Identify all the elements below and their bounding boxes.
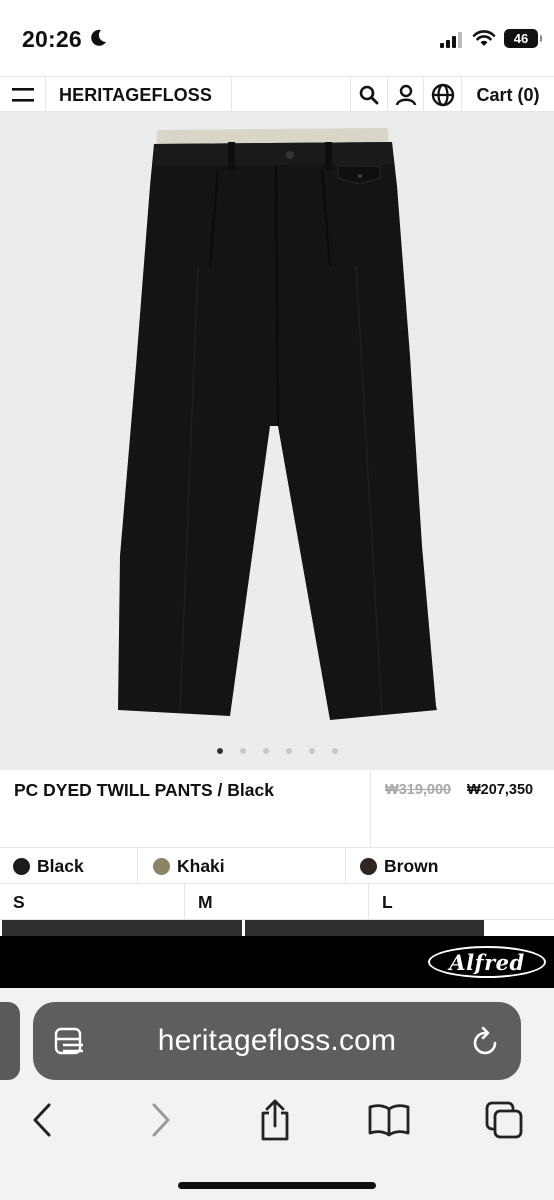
color-label: Black: [37, 855, 84, 876]
back-icon: [33, 1103, 51, 1137]
status-time: 20:26: [22, 26, 82, 52]
moon-icon: [91, 29, 106, 46]
carousel-dot[interactable]: [285, 748, 292, 754]
color-swatch: [153, 857, 170, 875]
browser-chrome: heritagefloss.com: [0, 988, 554, 1200]
browser-toolbar: [0, 1092, 554, 1148]
product-title: PC DYED TWILL PANTS / Black: [14, 780, 274, 800]
bookmarks-button[interactable]: [366, 1098, 412, 1142]
carousel-dot[interactable]: [262, 748, 269, 754]
language-button[interactable]: [424, 77, 462, 113]
forward-icon: [152, 1103, 170, 1137]
sale-price: ₩207,350: [467, 782, 534, 798]
globe-icon: [431, 83, 454, 107]
price-box: ₩319,000 ₩207,350: [370, 770, 554, 848]
add-to-cart-button[interactable]: [2, 920, 242, 936]
product-image-carousel[interactable]: [0, 112, 554, 770]
color-swatch: [13, 857, 30, 875]
tabs-icon: [485, 1101, 523, 1139]
search-button[interactable]: [350, 77, 388, 113]
carousel-dot[interactable]: [331, 748, 338, 754]
color-label: Brown: [384, 855, 439, 876]
menu-button[interactable]: [0, 77, 46, 113]
back-button[interactable]: [19, 1098, 65, 1142]
size-option-s[interactable]: S: [0, 884, 185, 920]
size-option-l[interactable]: L: [369, 884, 554, 920]
previous-tab-edge[interactable]: [0, 1002, 20, 1080]
product-photo-black-trousers: [118, 128, 437, 720]
original-price: ₩319,000: [385, 782, 452, 798]
color-option-brown[interactable]: Brown: [346, 848, 554, 884]
color-options: Black Khaki Brown: [0, 848, 554, 884]
menu-icon: [11, 88, 34, 102]
brand-logo[interactable]: HERITAGEFLOSS: [46, 77, 232, 113]
promo-banner[interactable]: Alfred: [0, 936, 554, 988]
battery-icon: 46: [504, 29, 542, 48]
tabs-button[interactable]: [481, 1098, 527, 1142]
forward-button[interactable]: [138, 1098, 184, 1142]
carousel-indicator: [0, 748, 554, 754]
color-swatch: [360, 857, 377, 875]
color-option-black[interactable]: Black: [0, 848, 138, 884]
purchase-buttons: [0, 920, 554, 936]
color-option-khaki[interactable]: Khaki: [138, 848, 346, 884]
carousel-dot[interactable]: [216, 748, 223, 754]
alfred-logo: Alfred: [428, 946, 546, 978]
size-option-m[interactable]: M: [185, 884, 369, 920]
site-header: HERITAGEFLOSS Cart (0): [0, 76, 554, 113]
status-bar: 20:26 46: [0, 0, 554, 76]
address-bar[interactable]: heritagefloss.com: [33, 1002, 521, 1080]
reload-icon[interactable]: [469, 1024, 501, 1058]
url-text: heritagefloss.com: [157, 1024, 397, 1057]
signal-icon: [440, 32, 462, 48]
carousel-dot[interactable]: [308, 748, 315, 754]
carousel-dot[interactable]: [239, 748, 246, 754]
cart-button[interactable]: Cart (0): [462, 77, 554, 113]
share-icon: [261, 1099, 289, 1141]
color-label: Khaki: [177, 855, 225, 876]
account-icon: [395, 84, 416, 106]
bookmarks-icon: [368, 1104, 410, 1137]
buy-now-button[interactable]: [245, 920, 484, 936]
account-button[interactable]: [388, 77, 424, 113]
wifi-icon: [472, 30, 496, 46]
size-options: S M L: [0, 884, 554, 920]
share-button[interactable]: [252, 1098, 298, 1142]
product-info: PC DYED TWILL PANTS / Black ₩319,000 ₩20…: [0, 770, 554, 848]
search-icon: [359, 85, 379, 105]
home-indicator[interactable]: [178, 1182, 376, 1189]
